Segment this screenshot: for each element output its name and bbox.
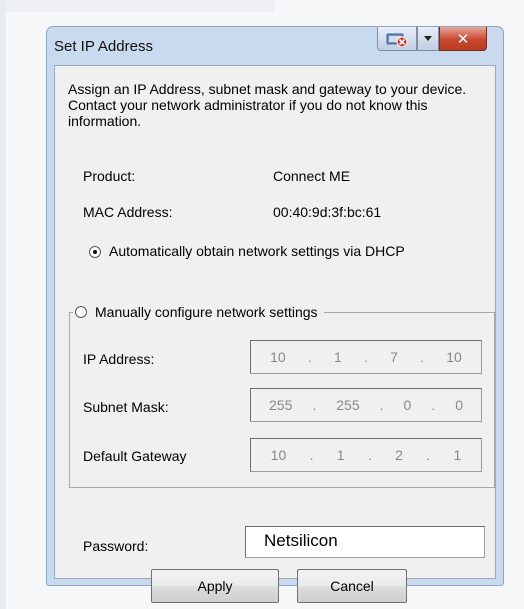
subnet-mask-label: Subnet Mask:: [83, 399, 169, 415]
dhcp-radio-label[interactable]: Automatically obtain network settings vi…: [109, 243, 405, 259]
ip-address-label: IP Address:: [83, 351, 155, 367]
default-gateway-label: Default Gateway: [83, 448, 187, 464]
manual-radio[interactable]: [75, 306, 87, 318]
ip-octet-3: 7: [390, 349, 398, 365]
apply-button[interactable]: Apply: [151, 569, 279, 603]
cancel-button[interactable]: Cancel: [297, 569, 407, 603]
subnet-octet-3: 0: [403, 397, 412, 413]
mac-address-value: 00:40:9d:3f:bc:61: [273, 204, 382, 220]
background-strip: [0, 0, 6, 609]
dhcp-radio[interactable]: [89, 246, 101, 258]
default-gateway-field[interactable]: 10. 1. 2. 1: [250, 438, 482, 472]
gateway-octet-2: 1: [336, 447, 345, 463]
manual-settings-legend: Manually configure network settings: [73, 302, 324, 322]
gateway-octet-1: 10: [270, 447, 287, 463]
ip-octet-2: 1: [334, 349, 342, 365]
password-label: Password:: [83, 538, 149, 554]
window-title: Set IP Address: [54, 38, 153, 55]
dialog-body: Assign an IP Address, subnet mask and ga…: [54, 65, 496, 603]
network-disconnect-icon: [386, 33, 408, 47]
subnet-octet-1: 255: [269, 397, 293, 413]
manual-radio-label[interactable]: Manually configure network settings: [95, 304, 318, 320]
subnet-octet-4: 0: [455, 397, 463, 413]
set-ip-dialog: Set IP Address ✕ Assign an IP Address, s…: [46, 26, 504, 603]
mac-address-label: MAC Address:: [83, 204, 173, 220]
ip-octet-1: 10: [270, 349, 286, 365]
password-input[interactable]: Netsilicon: [245, 526, 485, 558]
subnet-mask-field[interactable]: 255. 255. 0. 0: [250, 388, 482, 422]
dropdown-arrow-icon: [424, 36, 432, 41]
window-menu-button[interactable]: [417, 27, 439, 51]
product-label: Product:: [83, 168, 136, 184]
product-value: Connect ME: [273, 168, 351, 184]
subnet-octet-2: 255: [336, 397, 360, 413]
gateway-octet-4: 1: [453, 447, 462, 463]
instructions-text: Assign an IP Address, subnet mask and ga…: [68, 81, 467, 129]
background-band: [0, 0, 274, 12]
close-button[interactable]: ✕: [439, 27, 487, 51]
gateway-octet-3: 2: [395, 447, 403, 463]
disconnect-button[interactable]: [377, 27, 417, 51]
close-icon: ✕: [456, 29, 470, 48]
ip-address-field[interactable]: 10. 1. 7. 10: [250, 340, 482, 374]
ip-octet-4: 10: [446, 349, 462, 365]
title-bar[interactable]: Set IP Address ✕: [47, 27, 503, 63]
